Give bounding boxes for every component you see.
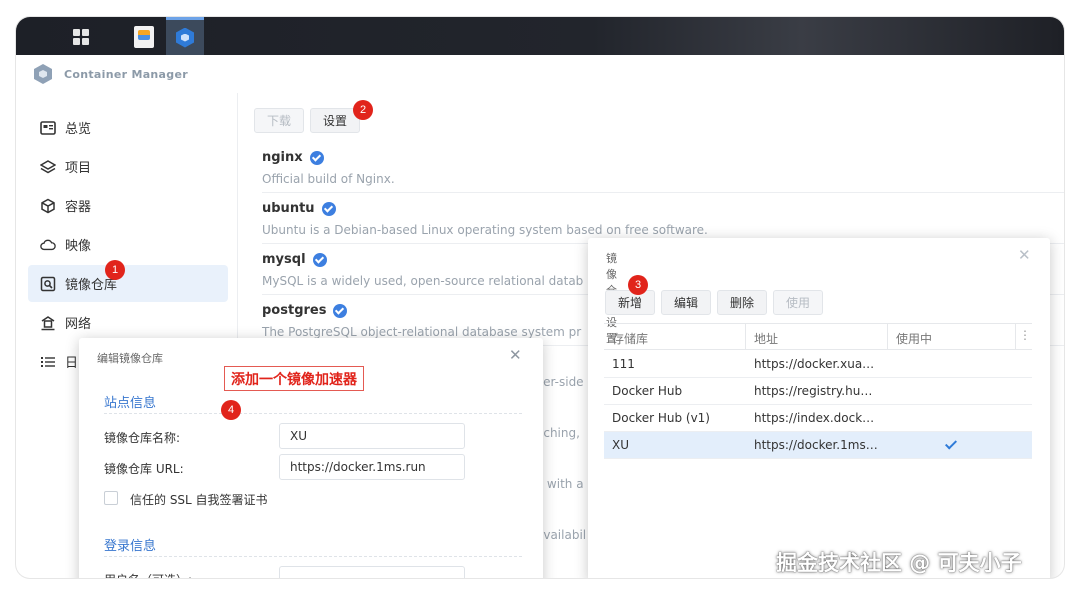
add-registry-button[interactable]: 新增	[605, 290, 655, 315]
close-icon[interactable]: ✕	[1018, 246, 1031, 264]
username-label: 用户名（可选）:	[104, 571, 192, 578]
registry-name-input[interactable]: XU	[279, 423, 465, 449]
list-item[interactable]: ubuntu Ubuntu is a Debian-based Linux op…	[262, 193, 1064, 244]
image-description: MySQL is a widely used, open-source rela…	[262, 274, 584, 288]
username-input[interactable]	[279, 566, 465, 578]
sidebar-item-project[interactable]: 项目	[28, 148, 228, 185]
container-manager-logo-icon	[34, 64, 52, 84]
annotation-badge: 3	[628, 275, 648, 295]
sidebar-item-label: 映像	[65, 239, 92, 254]
watermark: 掘金技术社区 @ 可夫小子	[776, 551, 1022, 575]
close-icon[interactable]: ✕	[509, 346, 522, 364]
registry-url-label: 镜像仓库 URL:	[104, 462, 184, 476]
sidebar-item-label: 日	[65, 356, 79, 371]
column-header-repository[interactable]: 存储库	[612, 330, 648, 347]
main-menu-icon[interactable]	[62, 19, 98, 55]
image-name: mysql	[262, 252, 327, 267]
verified-icon	[312, 252, 327, 267]
trust-ssl-label: 信任的 SSL 自我签署证书	[130, 493, 268, 507]
sidebar-item-label: 容器	[65, 200, 92, 215]
sidebar-item-label: 总览	[65, 122, 92, 137]
verified-icon	[309, 150, 324, 165]
column-menu-icon[interactable]: ⋮	[1019, 328, 1031, 342]
column-header-in-use[interactable]: 使用中	[896, 330, 932, 347]
image-name-text: postgres	[262, 303, 327, 318]
use-registry-button[interactable]: 使用	[773, 290, 823, 315]
image-description-partial: ver-side	[536, 375, 584, 389]
sidebar-item-label: 网络	[65, 317, 92, 332]
section-title-site: 站点信息	[104, 396, 157, 411]
image-name-text: nginx	[262, 150, 303, 165]
annotation-badge: 1	[105, 260, 125, 280]
layers-icon	[40, 159, 56, 175]
sidebar-item-label: 项目	[65, 161, 92, 176]
taskbar	[16, 17, 1064, 55]
registry-name: 111	[612, 357, 635, 371]
table-row[interactable]: Docker Hub https://registry.hu…	[604, 378, 1032, 405]
section-title-login: 登录信息	[104, 539, 157, 554]
edit-registry-button[interactable]: 编辑	[661, 290, 711, 315]
image-name-text: ubuntu	[262, 201, 315, 216]
registry-url-input[interactable]: https://docker.1ms.run	[279, 454, 465, 480]
table-row[interactable]: Docker Hub (v1) https://index.dock…	[604, 405, 1032, 432]
sidebar-item-overview[interactable]: 总览	[28, 109, 228, 146]
column-header-address[interactable]: 地址	[754, 330, 778, 347]
registry-name: Docker Hub (v1)	[612, 411, 710, 425]
delete-registry-button[interactable]: 删除	[717, 290, 767, 315]
container-manager-taskbar-icon[interactable]	[166, 17, 204, 55]
app-title-bar: Container Manager	[16, 55, 1064, 93]
verified-icon	[333, 303, 348, 318]
registry-url: https://docker.xua…	[754, 357, 875, 371]
image-description-partial: availabil	[536, 528, 587, 542]
trust-ssl-checkbox[interactable]	[104, 491, 118, 505]
annotation-badge: 4	[221, 400, 241, 420]
registry-url: https://docker.1ms…	[754, 438, 878, 452]
app-title: Container Manager	[64, 67, 188, 81]
image-description: The PostgreSQL object-relational databas…	[262, 325, 582, 339]
sidebar-item-image[interactable]: 映像	[28, 226, 228, 263]
registry-name-label: 镜像仓库名称:	[104, 431, 181, 445]
registry-search-icon	[40, 276, 56, 292]
divider	[104, 556, 524, 557]
image-description: Ubuntu is a Debian-based Linux operating…	[262, 223, 708, 237]
sidebar-item-registry[interactable]: 镜像仓库	[28, 265, 228, 302]
image-description-partial: x with a	[536, 477, 584, 491]
registry-table-header: 存储库 地址 使用中 ⋮	[604, 323, 1032, 350]
cloud-icon	[40, 237, 56, 253]
dialog-title: 编辑镜像仓库	[97, 352, 163, 365]
annotation-callout: 添加一个镜像加速器	[224, 366, 364, 391]
screenshot-frame: Container Manager 总览 项目 容器 映像 镜像仓库 网络 日 …	[16, 17, 1064, 578]
table-row-selected[interactable]: XU https://docker.1ms…	[604, 432, 1032, 459]
table-row[interactable]: 111 https://docker.xua…	[604, 351, 1032, 378]
list-item[interactable]: nginx Official build of Nginx.	[262, 142, 1064, 193]
image-name: nginx	[262, 150, 324, 165]
registry-name: Docker Hub	[612, 384, 683, 398]
package-center-icon[interactable]	[126, 19, 162, 55]
sidebar-item-network[interactable]: 网络	[28, 304, 228, 341]
registry-url: https://registry.hu…	[754, 384, 873, 398]
list-icon	[40, 354, 56, 370]
image-name-text: mysql	[262, 252, 306, 267]
network-icon	[40, 315, 56, 331]
overview-icon	[40, 120, 56, 136]
container-icon	[40, 198, 56, 214]
registry-name: XU	[612, 438, 630, 452]
image-name: ubuntu	[262, 201, 336, 216]
download-button[interactable]: 下载	[254, 108, 304, 133]
sidebar-item-container[interactable]: 容器	[28, 187, 228, 224]
image-description: Official build of Nginx.	[262, 172, 395, 186]
annotation-badge: 2	[353, 100, 373, 120]
registry-url: https://index.dock…	[754, 411, 875, 425]
image-name: postgres	[262, 303, 348, 318]
in-use-check-icon	[944, 437, 958, 450]
verified-icon	[321, 201, 336, 216]
divider	[104, 413, 524, 414]
